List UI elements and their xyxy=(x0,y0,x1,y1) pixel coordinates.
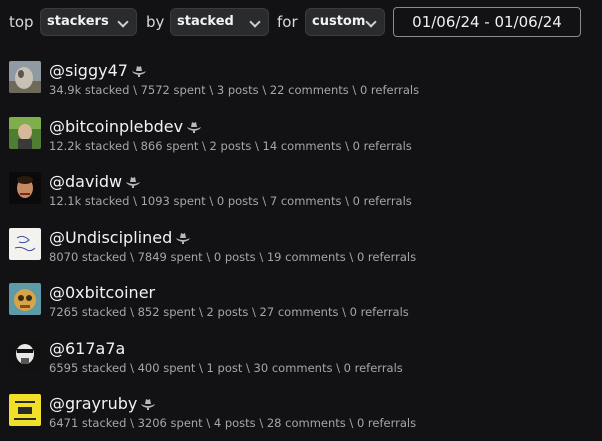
avatar[interactable] xyxy=(9,61,41,93)
list-item: @Undisciplined 8070 stacked \ 7849 spent… xyxy=(0,225,602,275)
chevron-down-icon xyxy=(249,16,261,28)
user-name-line: @0xbitcoiner xyxy=(49,282,155,304)
user-name-line: @davidw xyxy=(49,171,141,193)
user-name-line: @bitcoinplebdev xyxy=(49,116,202,138)
user-name-line: @Undisciplined xyxy=(49,227,191,249)
list-item: @davidw 12.1k stacked \ 1093 spent \ 0 p… xyxy=(0,169,602,219)
cowboy-hat-icon xyxy=(131,65,146,77)
by-select[interactable]: stacked xyxy=(170,8,269,36)
chevron-down-icon xyxy=(117,16,129,28)
cowboy-hat-icon xyxy=(126,176,141,188)
user-link[interactable]: @Undisciplined xyxy=(49,228,172,247)
user-stats: 6595 stacked \ 400 spent \ 1 post \ 30 c… xyxy=(49,361,403,375)
user-name-line: @617a7a xyxy=(49,338,125,360)
user-name-line: @siggy47 xyxy=(49,60,146,82)
by-select-value: stacked xyxy=(177,14,234,29)
cowboy-hat-icon xyxy=(187,121,202,133)
date-range-input[interactable]: 01/06/24 - 01/06/24 xyxy=(393,7,581,37)
avatar[interactable] xyxy=(9,283,41,315)
list-item: @grayruby 6471 stacked \ 3206 spent \ 4 … xyxy=(0,391,602,441)
user-stats: 34.9k stacked \ 7572 spent \ 3 posts \ 2… xyxy=(49,83,420,97)
user-link[interactable]: @0xbitcoiner xyxy=(49,283,155,302)
avatar[interactable] xyxy=(9,117,41,149)
when-select[interactable]: custom xyxy=(305,8,385,36)
list-item: @bitcoinplebdev 12.2k stacked \ 866 spen… xyxy=(0,114,602,164)
user-stats: 6471 stacked \ 3206 spent \ 4 posts \ 28… xyxy=(49,416,417,430)
for-label: for xyxy=(277,13,298,31)
user-link[interactable]: @617a7a xyxy=(49,339,125,358)
cowboy-hat-icon xyxy=(141,398,156,410)
user-stats: 12.1k stacked \ 1093 spent \ 0 posts \ 7… xyxy=(49,194,412,208)
avatar[interactable] xyxy=(9,172,41,204)
user-link[interactable]: @davidw xyxy=(49,172,122,191)
what-select[interactable]: stackers xyxy=(40,8,137,36)
avatar[interactable] xyxy=(9,339,41,371)
when-select-value: custom xyxy=(312,14,366,29)
user-link[interactable]: @grayruby xyxy=(49,394,137,413)
cowboy-hat-icon xyxy=(176,232,191,244)
list-item: @siggy47 34.9k stacked \ 7572 spent \ 3 … xyxy=(0,58,602,108)
top-filter-bar: top stackers by stacked for custom 01/06… xyxy=(0,7,602,37)
by-label: by xyxy=(146,13,165,31)
what-select-value: stackers xyxy=(47,14,109,29)
list-item: @0xbitcoiner 7265 stacked \ 852 spent \ … xyxy=(0,280,602,330)
user-link[interactable]: @bitcoinplebdev xyxy=(49,117,183,136)
user-link[interactable]: @siggy47 xyxy=(49,61,128,80)
avatar[interactable] xyxy=(9,228,41,260)
user-stats: 8070 stacked \ 7849 spent \ 0 posts \ 19… xyxy=(49,250,417,264)
avatar[interactable] xyxy=(9,394,41,426)
user-name-line: @grayruby xyxy=(49,393,156,415)
list-item: @617a7a 6595 stacked \ 400 spent \ 1 pos… xyxy=(0,336,602,386)
user-stats: 7265 stacked \ 852 spent \ 2 posts \ 27 … xyxy=(49,305,409,319)
top-label: top xyxy=(9,13,34,31)
user-stats: 12.2k stacked \ 866 spent \ 2 posts \ 14… xyxy=(49,139,412,153)
chevron-down-icon xyxy=(365,16,377,28)
